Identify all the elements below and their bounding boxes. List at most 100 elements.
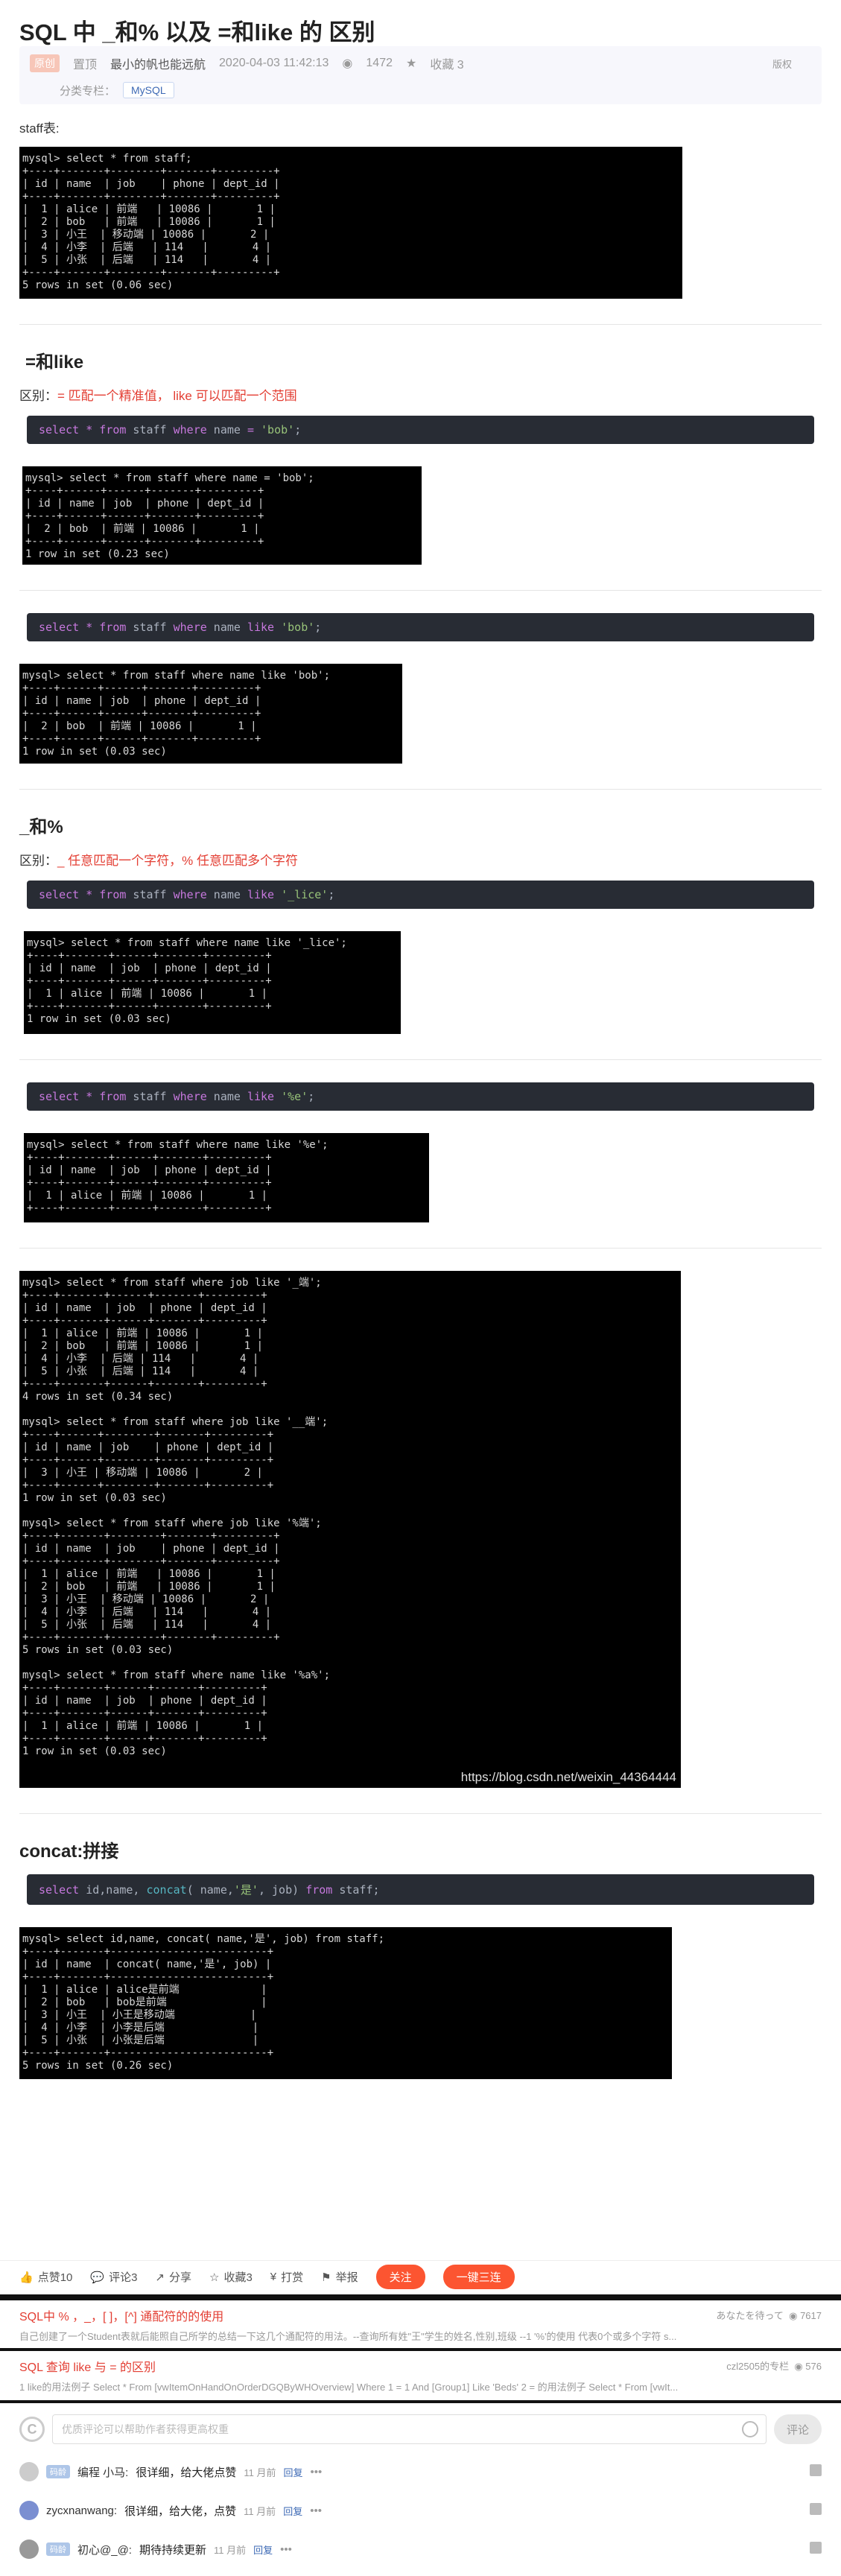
csdn-logo-icon: C	[19, 2417, 45, 2442]
terminal-screenshot: mysql> select * from staff where name li…	[19, 664, 402, 764]
star-icon: ★	[405, 57, 417, 70]
section-heading: =和like	[25, 352, 84, 372]
comment-author[interactable]: 初心@_@:	[77, 2542, 132, 2557]
code-block: select * from staff where name = 'bob';	[27, 416, 814, 444]
recommend-item[interactable]: SQL 查询 like 与 = 的区别 1 like的用法例子 Select *…	[0, 2353, 841, 2399]
comment-placeholder: 优质评论可以帮助作者获得更高权重	[62, 2423, 229, 2435]
star-icon: ☆	[209, 2271, 220, 2284]
author-link[interactable]: 最小的帆也能远航	[110, 54, 206, 72]
top-label: 置顶	[73, 59, 98, 72]
diff-text: = 匹配一个精准值， like 可以匹配一个范围	[57, 389, 297, 403]
reply-link[interactable]: 回复	[253, 2542, 273, 2557]
emoji-icon[interactable]	[742, 2421, 758, 2437]
comment-time: 11 月前	[244, 2466, 276, 2478]
reply-link[interactable]: 回复	[283, 2465, 302, 2479]
avatar[interactable]	[19, 2539, 39, 2559]
user-badge: 码龄	[46, 2542, 70, 2556]
comment-box: C 优质评论可以帮助作者获得更高权重 评论	[19, 2411, 822, 2448]
more-icon[interactable]: •••	[310, 2466, 322, 2478]
recommend-author: czl2505的专栏	[726, 2361, 790, 2372]
report-label: 举报	[335, 2271, 358, 2284]
divider	[0, 2400, 841, 2403]
recommend-author: あなたを待って	[716, 2310, 784, 2321]
reward-label: 打赏	[281, 2271, 304, 2284]
share-label: 分享	[168, 2271, 191, 2284]
reply-link[interactable]: 回复	[283, 2504, 302, 2518]
divider	[19, 1248, 822, 1249]
recommend-meta: あなたを待って ◉ 7617	[717, 2308, 822, 2322]
comment-author[interactable]: zycxnanwang:	[46, 2504, 117, 2517]
more-icon[interactable]: •••	[280, 2543, 292, 2556]
comment-button[interactable]: 💬 评论3	[90, 2269, 137, 2285]
favorite-button[interactable]: ☆ 收藏3	[209, 2269, 253, 2285]
terminal-screenshot: mysql> select * from staff where job lik…	[19, 1271, 681, 1788]
category-label: 分类专栏：	[60, 84, 116, 98]
recommend-desc: 自己创建了一个Student表就后能照自己所学的总结一下这几个通配符的用法。--…	[19, 2331, 677, 2342]
recommend-title[interactable]: SQL中 % ，_，[ ]，[^] 通配符的的使用	[19, 2306, 822, 2324]
thumbs-up-icon[interactable]	[810, 2464, 822, 2476]
share-icon: ↗	[155, 2271, 165, 2284]
divider	[19, 590, 822, 591]
diff-text: _ 任意匹配一个字符，% 任意匹配多个字符	[57, 854, 299, 868]
code-block: select id,name, concat( name,'是', job) f…	[27, 1874, 814, 1905]
divider	[0, 2348, 841, 2351]
diff-label: 区别：	[19, 854, 57, 868]
terminal-screenshot: mysql> select * from staff where name li…	[24, 931, 401, 1034]
recommend-title[interactable]: SQL 查询 like 与 = 的区别	[19, 2357, 822, 2375]
comment-label: 评论3	[109, 2271, 138, 2284]
flag-icon: ⚑	[321, 2271, 331, 2284]
eye-icon: ◉	[789, 2310, 798, 2321]
user-badge: 码龄	[46, 2465, 70, 2478]
thumbs-up-icon: 👍	[19, 2271, 34, 2284]
report-button[interactable]: ⚑ 举报	[321, 2269, 358, 2285]
watermark-text: https://blog.csdn.net/weixin_44364444	[460, 1770, 676, 1784]
terminal-screenshot: mysql> select * from staff where name = …	[22, 466, 422, 565]
eye-icon: ◉	[794, 2361, 803, 2372]
comment-input[interactable]: 优质评论可以帮助作者获得更高权重	[52, 2414, 767, 2444]
comment-item: zycxnanwang: 很详细，给大佬，点赞 11 月前 回复 •••	[19, 2496, 822, 2525]
favorite-count[interactable]: 收藏 3	[430, 54, 463, 72]
comment-text: 很详细，给大佬，点赞	[124, 2504, 237, 2518]
code-block: select * from staff where name like '%e'…	[27, 1082, 814, 1111]
thumbs-up-icon[interactable]	[810, 2542, 822, 2554]
share-button[interactable]: ↗ 分享	[155, 2269, 191, 2285]
action-bar: 👍 点赞10 💬 评论3 ↗ 分享 ☆ 收藏3 ¥ 打赏 ⚑ 举报 关注 一键三连	[0, 2260, 841, 2293]
original-tag: 原创	[30, 54, 60, 72]
more-icon[interactable]: •••	[310, 2504, 322, 2517]
triple-action-button[interactable]: 一键三连	[442, 2265, 515, 2289]
thumbs-up-icon[interactable]	[810, 2503, 822, 2515]
section-paragraph: 区别：= 匹配一个精准值， like 可以匹配一个范围	[19, 385, 822, 404]
recommend-count: 7617	[800, 2310, 822, 2321]
comment-author[interactable]: 编程 小马:	[77, 2464, 128, 2480]
article-title: SQL 中 _和% 以及 =和like 的 区别	[19, 19, 375, 45]
comment-time: 11 月前	[244, 2505, 276, 2517]
reward-button[interactable]: ¥ 打赏	[270, 2269, 303, 2285]
follow-button[interactable]: 关注	[375, 2265, 425, 2289]
divider	[19, 1813, 822, 1814]
terminal-screenshot: mysql> select id,name, concat( name,'是',…	[19, 1927, 672, 2079]
comment-item: 码龄 编程 小马: 很详细，给大佬点赞 11 月前 回复 •••	[19, 2457, 822, 2487]
favorite-label: 收藏3	[223, 2271, 253, 2284]
copyright-link[interactable]: 版权	[772, 57, 792, 71]
avatar[interactable]	[19, 2501, 39, 2520]
category-tag[interactable]: MySQL	[123, 82, 174, 98]
publish-date: 2020-04-03 11:42:13	[219, 57, 329, 69]
diff-label: 区别：	[19, 389, 57, 403]
code-block: select * from staff where name like 'bob…	[27, 613, 814, 641]
like-button[interactable]: 👍 点赞10	[19, 2269, 72, 2285]
terminal-text: mysql> select * from staff where job lik…	[22, 1277, 331, 1757]
avatar[interactable]	[19, 2462, 39, 2481]
comment-text: 期待持续更新	[139, 2543, 206, 2557]
section-heading: concat:拼接	[19, 1841, 119, 1862]
comment-time: 11 月前	[213, 2544, 247, 2556]
recommend-count: 576	[805, 2361, 822, 2372]
terminal-screenshot: mysql> select * from staff where name li…	[24, 1133, 429, 1222]
recommend-item[interactable]: SQL中 % ，_，[ ]，[^] 通配符的的使用 自己创建了一个Student…	[0, 2302, 841, 2348]
comment-submit-button[interactable]: 评论	[774, 2414, 822, 2444]
staff-label: staff表:	[19, 121, 60, 136]
code-block: select * from staff where name like '_li…	[27, 881, 814, 909]
divider	[0, 2294, 841, 2300]
recommend-desc: 1 like的用法例子 Select * From [vwItemOnHandO…	[19, 2382, 679, 2393]
terminal-screenshot: mysql> select * from staff; +----+------…	[19, 147, 682, 299]
comment-text: 很详细，给大佬点赞	[136, 2466, 237, 2479]
